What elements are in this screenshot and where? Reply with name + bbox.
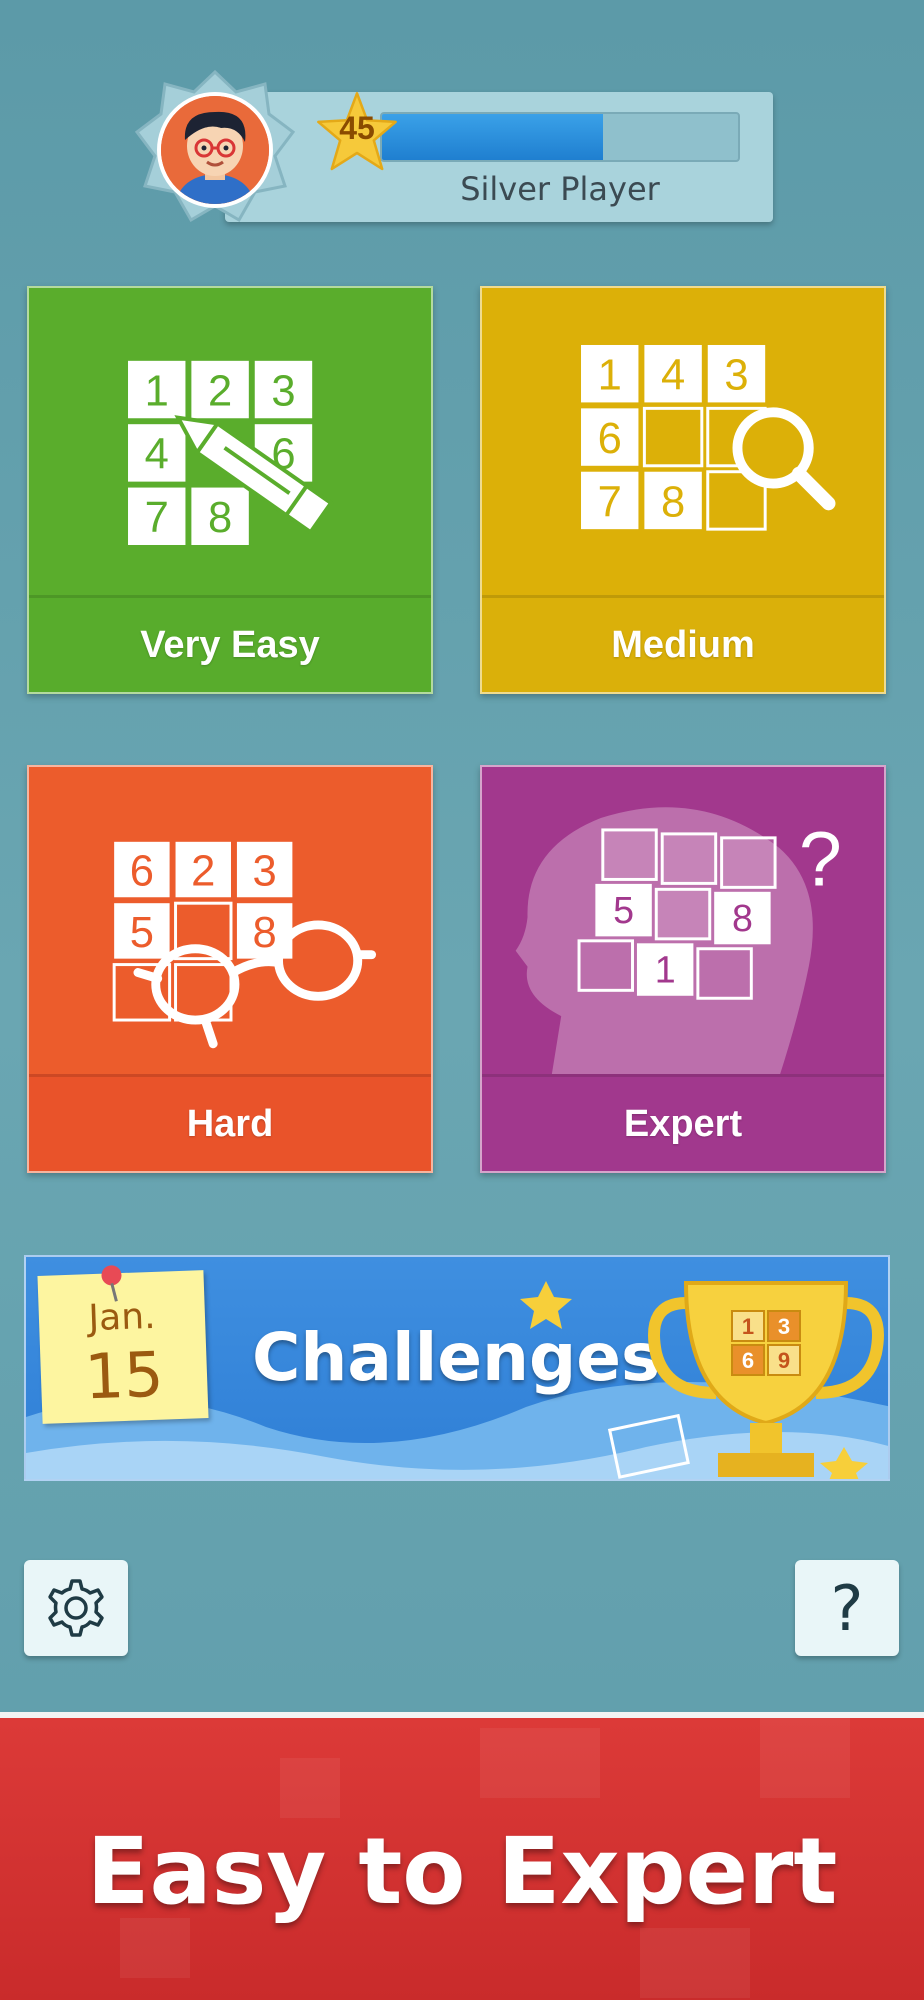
daily-challenges-banner[interactable]: Jan. 15 Challenges 1 3 6 9 (24, 1255, 890, 1481)
svg-text:8: 8 (208, 494, 232, 542)
svg-text:6: 6 (130, 847, 154, 895)
date-sticky-note: Jan. 15 (37, 1265, 209, 1424)
svg-text:2: 2 (208, 367, 232, 415)
svg-text:7: 7 (598, 478, 622, 526)
challenge-month: Jan. (87, 1295, 157, 1340)
help-button[interactable]: ? (795, 1560, 899, 1656)
player-profile[interactable]: 45 Silver Player (135, 70, 775, 240)
svg-text:1: 1 (598, 352, 622, 400)
card-label-strip: Expert (482, 1074, 884, 1171)
settings-button[interactable] (24, 1560, 128, 1656)
svg-text:2: 2 (191, 847, 215, 895)
trophy-icon: 1 3 6 9 (648, 1281, 884, 1477)
difficulty-label: Very Easy (140, 623, 320, 666)
card-label-strip: Hard (29, 1074, 431, 1171)
trophy-digit: 6 (742, 1348, 754, 1373)
number-grid-glasses-icon: 6 2 3 5 8 (112, 841, 377, 1049)
number-grid-magnifier-icon: 1 4 3 6 7 8 (581, 344, 836, 531)
avatar[interactable] (157, 92, 273, 208)
difficulty-label: Hard (186, 1102, 274, 1145)
player-level: 45 (339, 110, 375, 146)
challenge-day: 15 (83, 1337, 165, 1414)
difficulty-label: Medium (611, 623, 755, 666)
svg-text:6: 6 (598, 415, 622, 463)
number-grid-pencil-icon: 1 2 3 4 6 7 8 (128, 360, 334, 545)
gear-icon (48, 1579, 104, 1637)
help-icon: ? (830, 1571, 864, 1645)
svg-text:1: 1 (145, 367, 169, 415)
difficulty-label: Expert (623, 1102, 743, 1145)
card-label-strip: Very Easy (29, 595, 431, 692)
player-rank-title: Silver Player (460, 170, 660, 208)
promo-banner: Easy to Expert (0, 1712, 924, 2000)
svg-text:8: 8 (661, 478, 685, 526)
svg-text:1: 1 (655, 948, 676, 990)
avatar-boy-icon (161, 96, 269, 204)
svg-text:5: 5 (130, 909, 154, 957)
challenges-title: Challenges (252, 1319, 661, 1396)
trophy-digit: 1 (742, 1314, 754, 1339)
difficulty-card-medium[interactable]: 1 4 3 6 7 8 Medium (480, 286, 886, 694)
svg-text:3: 3 (271, 367, 295, 415)
promo-headline: Easy to Expert (86, 1818, 838, 1925)
difficulty-card-expert[interactable]: 5 8 1 ? Expert (480, 765, 886, 1173)
svg-text:?: ? (799, 816, 842, 902)
card-label-strip: Medium (482, 595, 884, 692)
svg-text:7: 7 (145, 494, 169, 542)
xp-progress-fill (382, 114, 603, 160)
trophy-digit: 3 (778, 1314, 790, 1339)
trophy-digit: 9 (778, 1348, 790, 1373)
svg-text:3: 3 (724, 352, 748, 400)
difficulty-card-hard[interactable]: 6 2 3 5 8 Hard (27, 765, 433, 1173)
svg-text:5: 5 (613, 889, 634, 931)
svg-text:4: 4 (145, 431, 169, 479)
xp-progress-bar (380, 112, 740, 162)
head-grid-question-icon: 5 8 1 ? (515, 807, 842, 1078)
svg-text:3: 3 (253, 847, 277, 895)
svg-text:8: 8 (732, 897, 753, 939)
difficulty-card-very-easy[interactable]: 1 2 3 4 6 7 8 Very Easy (27, 286, 433, 694)
svg-text:4: 4 (661, 352, 685, 400)
svg-text:8: 8 (253, 909, 277, 957)
